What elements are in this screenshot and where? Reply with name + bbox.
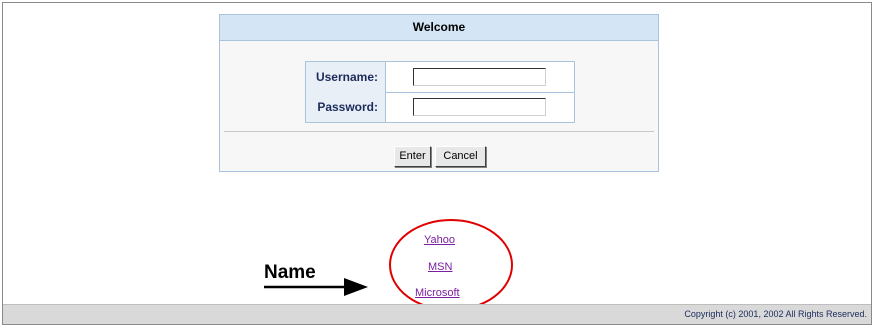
divider xyxy=(224,131,654,132)
password-row: Password: xyxy=(306,92,574,122)
password-input[interactable] xyxy=(413,98,546,116)
username-input[interactable] xyxy=(413,68,546,86)
footer-bar: Copyright (c) 2001, 2002 All Rights Rese… xyxy=(3,304,871,324)
link-msn[interactable]: MSN xyxy=(428,261,452,273)
username-label: Username: xyxy=(306,62,386,92)
link-yahoo[interactable]: Yahoo xyxy=(424,234,455,246)
username-cell xyxy=(386,62,574,92)
login-form: Username: Password: xyxy=(305,61,575,123)
username-row: Username: xyxy=(306,62,574,93)
panel-title: Welcome xyxy=(220,15,658,41)
password-cell xyxy=(386,92,574,122)
enter-button[interactable]: Enter xyxy=(394,146,431,167)
login-panel: Welcome Username: Password: Enter Cancel xyxy=(219,14,659,172)
link-microsoft[interactable]: Microsoft xyxy=(415,287,460,299)
password-label: Password: xyxy=(306,92,386,122)
arrow-icon xyxy=(264,278,368,296)
cancel-button[interactable]: Cancel xyxy=(435,146,486,167)
copyright-text: Copyright (c) 2001, 2002 All Rights Rese… xyxy=(684,309,867,319)
